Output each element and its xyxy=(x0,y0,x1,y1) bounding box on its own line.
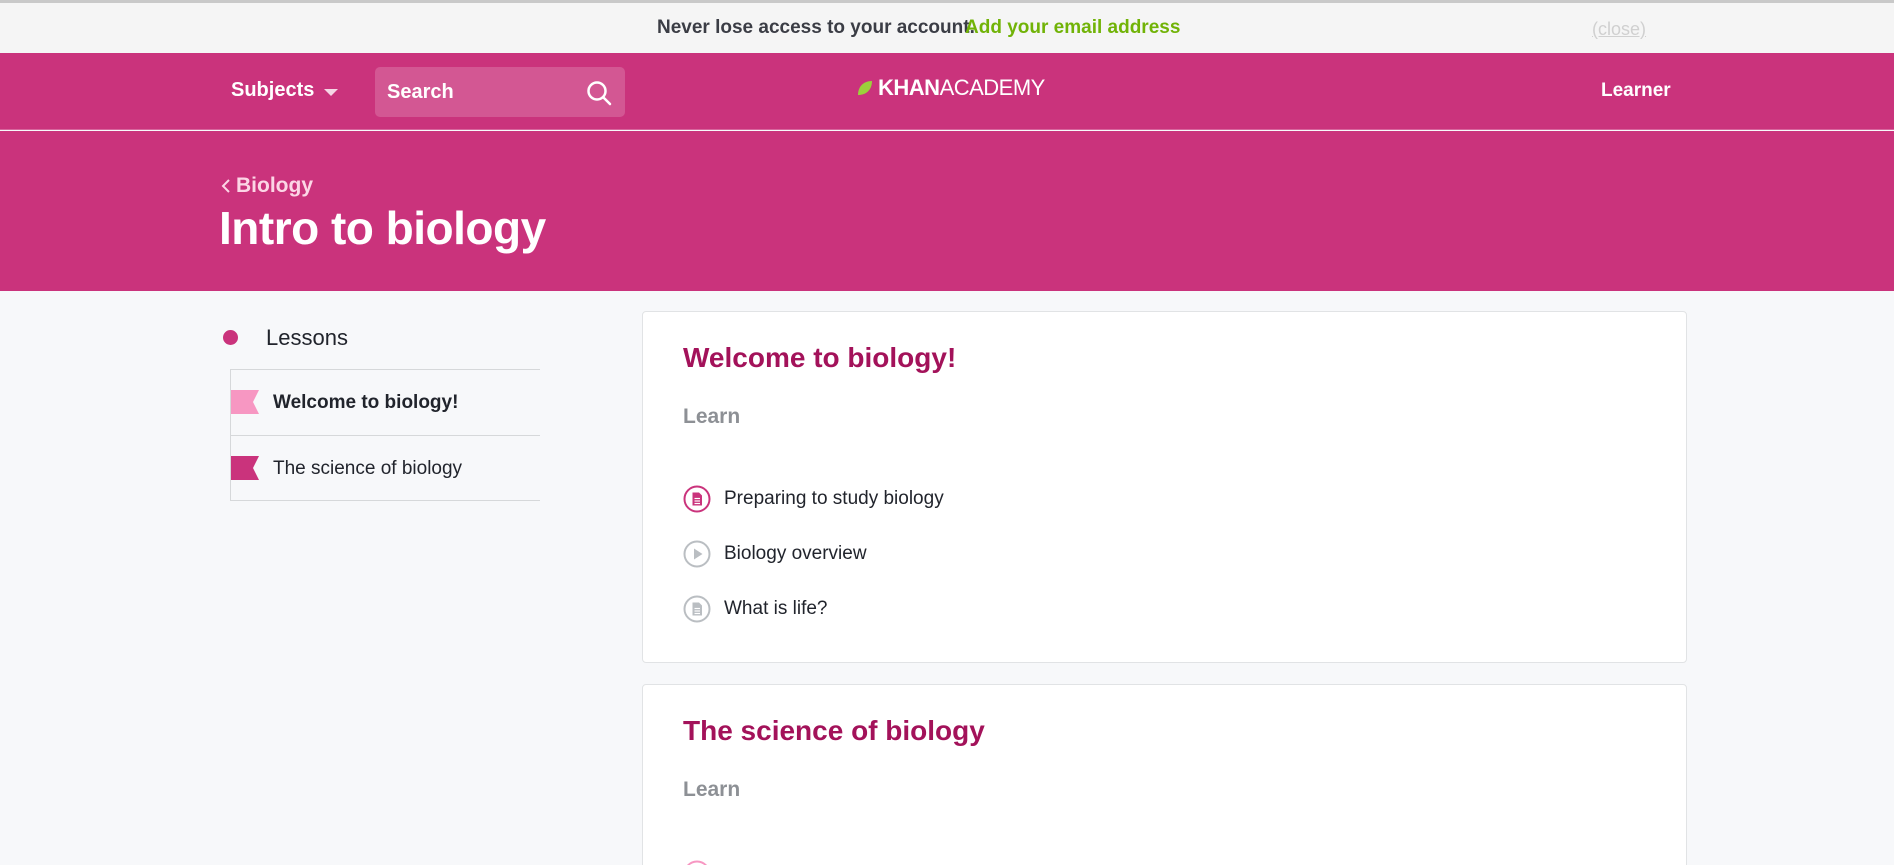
add-email-link[interactable]: Add your email address xyxy=(965,17,1180,39)
content-item-label: Preparing to study biology xyxy=(724,488,944,509)
unit-title[interactable]: The science of biology xyxy=(683,715,985,747)
unit-card: The science of biology Learn xyxy=(642,684,1687,865)
sidebar-item-welcome-to-biology[interactable]: Welcome to biology! xyxy=(231,369,540,435)
unit-title[interactable]: Welcome to biology! xyxy=(683,342,956,374)
lessons-sidebar: Lessons Welcome to biology! The science … xyxy=(220,310,540,501)
content-item-label: Biology overview xyxy=(724,543,867,564)
video-play-icon xyxy=(683,540,711,568)
article-icon xyxy=(683,485,711,513)
content-item[interactable]: Preparing to study biology xyxy=(683,484,944,514)
chevron-left-icon xyxy=(221,179,230,193)
lessons-label: Lessons xyxy=(266,325,348,350)
sidebar-item-the-science-of-biology[interactable]: The science of biology xyxy=(231,435,540,501)
flag-icon xyxy=(231,456,259,480)
article-icon xyxy=(683,595,711,623)
search-input[interactable] xyxy=(387,67,577,117)
lessons-heading: Lessons xyxy=(220,310,540,369)
lesson-list: Welcome to biology! The science of biolo… xyxy=(230,369,540,501)
course-header: Biology Intro to biology xyxy=(0,131,1894,291)
chevron-down-icon xyxy=(324,89,339,96)
content-item[interactable]: What is life? xyxy=(683,594,827,624)
top-nav: Subjects KHANACADEMY Learner xyxy=(0,53,1894,130)
section-label: Learn xyxy=(683,405,741,428)
subjects-menu-button[interactable]: Subjects xyxy=(231,79,339,102)
user-menu-button[interactable]: Learner xyxy=(1601,80,1671,102)
notice-message: Never lose access to your account. xyxy=(657,17,975,38)
close-notice-link[interactable]: (close) xyxy=(1592,19,1646,40)
subjects-label: Subjects xyxy=(231,79,315,101)
content-item-label: What is life? xyxy=(724,598,828,619)
section-label: Learn xyxy=(683,778,741,801)
search-box xyxy=(375,67,625,117)
search-icon[interactable] xyxy=(585,79,613,107)
unit-card: Welcome to biology! Learn Preparing to s… xyxy=(642,311,1687,663)
breadcrumb[interactable]: Biology xyxy=(220,174,313,198)
leaf-icon xyxy=(858,81,872,95)
content-item[interactable]: Biology overview xyxy=(683,539,867,569)
sidebar-item-label: Welcome to biology! xyxy=(273,392,459,413)
lessons-dot-icon xyxy=(223,330,238,345)
flag-icon xyxy=(231,390,259,414)
notice-bar: Never lose access to your account. Add y… xyxy=(0,0,1894,53)
logo-text: KHANACADEMY xyxy=(878,75,1045,100)
sidebar-item-label: The science of biology xyxy=(273,458,463,479)
article-icon[interactable] xyxy=(683,860,711,865)
khan-academy-logo[interactable]: KHANACADEMY xyxy=(856,75,1045,101)
breadcrumb-label: Biology xyxy=(236,174,313,197)
page-title: Intro to biology xyxy=(219,202,546,254)
